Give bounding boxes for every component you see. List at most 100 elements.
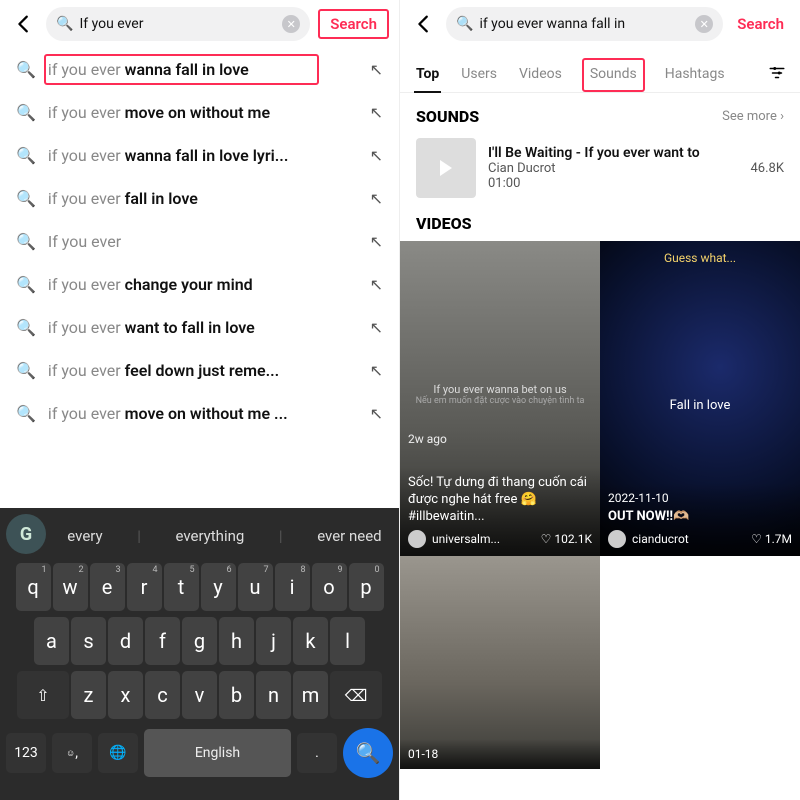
sound-thumbnail[interactable] (416, 138, 476, 198)
search-icon: 🔍 (16, 318, 36, 337)
video-user: universalm... (432, 532, 500, 546)
suggestion-item[interactable]: 🔍 if you ever wanna fall in love ↖ (0, 48, 399, 91)
avatar-icon (608, 530, 626, 548)
key-b[interactable]: b (219, 671, 254, 719)
prediction[interactable]: ever need (317, 527, 381, 545)
filter-icon[interactable] (768, 64, 786, 86)
grammarly-icon[interactable]: G (6, 514, 46, 554)
suggestion-item[interactable]: 🔍 if you ever fall in love ↖ (0, 177, 399, 220)
key-g[interactable]: g (182, 617, 217, 665)
shift-key[interactable]: ⇧ (17, 671, 69, 719)
key-q[interactable]: 1q (16, 563, 51, 611)
key-n[interactable]: n (256, 671, 291, 719)
key-p[interactable]: 0p (349, 563, 384, 611)
keyboard-predictions: every| everything| ever need (50, 512, 399, 560)
suggestion-item[interactable]: 🔍 if you ever change your mind ↖ (0, 263, 399, 306)
tab-users[interactable]: Users (459, 58, 499, 92)
globe-key[interactable]: 🌐 (98, 733, 138, 773)
suggestion-item[interactable]: 🔍 if you ever want to fall in love ↖ (0, 306, 399, 349)
key-i[interactable]: 8i (275, 563, 310, 611)
key-f[interactable]: f (145, 617, 180, 665)
search-button[interactable]: Search (731, 11, 790, 37)
back-button[interactable] (410, 10, 438, 38)
key-v[interactable]: v (182, 671, 217, 719)
key-l[interactable]: l (330, 617, 365, 665)
key-y[interactable]: 6y (201, 563, 236, 611)
search-suggest-pane: 🔍 ✕ Search 🔍 if you ever wanna fall in l… (0, 0, 400, 800)
sound-meta: I'll Be Waiting - If you ever want to Ci… (488, 145, 738, 191)
key-c[interactable]: c (145, 671, 180, 719)
key-r[interactable]: 4r (127, 563, 162, 611)
sound-result[interactable]: I'll Be Waiting - If you ever want to Ci… (400, 134, 800, 208)
key-e[interactable]: 3e (90, 563, 125, 611)
video-overlay: 2022-11-10 OUT NOW!!🫶🏼 cianducrot ♡ 1.7M (600, 483, 800, 556)
keyboard-search-button[interactable]: 🔍 (343, 728, 393, 778)
suggestion-item[interactable]: 🔍 If you ever ↖ (0, 220, 399, 263)
video-tile[interactable]: Guess what... Fall in love 2022-11-10 OU… (600, 241, 800, 556)
space-key[interactable]: English (144, 729, 291, 777)
search-icon: 🔍 (16, 404, 36, 423)
backspace-key[interactable]: ⌫ (330, 671, 382, 719)
key-j[interactable]: j (256, 617, 291, 665)
video-user: cianducrot (632, 532, 689, 546)
search-icon: 🔍 (16, 232, 36, 251)
key-x[interactable]: x (108, 671, 143, 719)
soft-keyboard: G every| everything| ever need 1q 2w 3e … (0, 508, 399, 800)
insert-icon[interactable]: ↖ (370, 318, 383, 337)
search-input[interactable] (79, 16, 276, 32)
insert-icon[interactable]: ↖ (370, 189, 383, 208)
clear-icon[interactable]: ✕ (282, 15, 300, 33)
tab-top[interactable]: Top (414, 58, 441, 92)
tab-hashtags[interactable]: Hashtags (663, 58, 727, 92)
tab-videos[interactable]: Videos (517, 58, 564, 92)
key-u[interactable]: 7u (238, 563, 273, 611)
video-tile[interactable]: 01-18 (400, 556, 600, 769)
key-s[interactable]: s (71, 617, 106, 665)
insert-icon[interactable]: ↖ (370, 361, 383, 380)
suggestion-item[interactable]: 🔍 if you ever move on without me ↖ (0, 91, 399, 134)
video-tile[interactable]: If you ever wanna bet on us Nếu em muốn … (400, 241, 600, 556)
tab-sounds[interactable]: Sounds (582, 58, 645, 92)
key-row-3: ⇧ z x c v b n m ⌫ (0, 668, 399, 722)
insert-icon[interactable]: ↖ (370, 404, 383, 423)
insert-icon[interactable]: ↖ (370, 60, 383, 79)
search-icon: 🔍 (16, 189, 36, 208)
key-t[interactable]: 5t (164, 563, 199, 611)
comma-key[interactable]: ☺, (52, 733, 92, 773)
clear-icon[interactable]: ✕ (695, 15, 713, 33)
key-o[interactable]: 9o (312, 563, 347, 611)
suggestion-item[interactable]: 🔍 if you ever wanna fall in love lyri...… (0, 134, 399, 177)
avatar-icon (408, 530, 426, 548)
suggestion-text: if you ever wanna fall in love lyri... (48, 146, 358, 165)
see-more-link[interactable]: See more › (722, 109, 784, 124)
key-d[interactable]: d (108, 617, 143, 665)
video-date: 2w ago (408, 432, 447, 446)
key-h[interactable]: h (219, 617, 254, 665)
section-title: VIDEOS (416, 214, 472, 233)
prediction[interactable]: everything (175, 527, 244, 545)
search-field-container[interactable]: 🔍 ✕ (46, 7, 310, 41)
key-z[interactable]: z (71, 671, 106, 719)
search-icon: 🔍 (16, 103, 36, 122)
key-a[interactable]: a (34, 617, 69, 665)
insert-icon[interactable]: ↖ (370, 146, 383, 165)
suggestion-item[interactable]: 🔍 if you ever move on without me ... ↖ (0, 392, 399, 435)
search-input[interactable] (479, 16, 689, 32)
search-button[interactable]: Search (318, 9, 389, 39)
insert-icon[interactable]: ↖ (370, 103, 383, 122)
key-m[interactable]: m (293, 671, 328, 719)
key-w[interactable]: 2w (53, 563, 88, 611)
section-title: SOUNDS (416, 107, 479, 126)
videos-grid: If you ever wanna bet on us Nếu em muốn … (400, 241, 800, 769)
search-field-container[interactable]: 🔍 ✕ (446, 7, 723, 41)
period-key[interactable]: . (297, 733, 337, 773)
prediction[interactable]: every (67, 527, 102, 545)
numeric-key[interactable]: 123 (6, 733, 46, 773)
search-bar: 🔍 ✕ Search (400, 0, 800, 48)
insert-icon[interactable]: ↖ (370, 275, 383, 294)
key-k[interactable]: k (293, 617, 328, 665)
in-video-mid-text: Fall in love (600, 398, 800, 413)
back-button[interactable] (10, 10, 38, 38)
suggestion-item[interactable]: 🔍 if you ever feel down just reme... ↖ (0, 349, 399, 392)
insert-icon[interactable]: ↖ (370, 232, 383, 251)
